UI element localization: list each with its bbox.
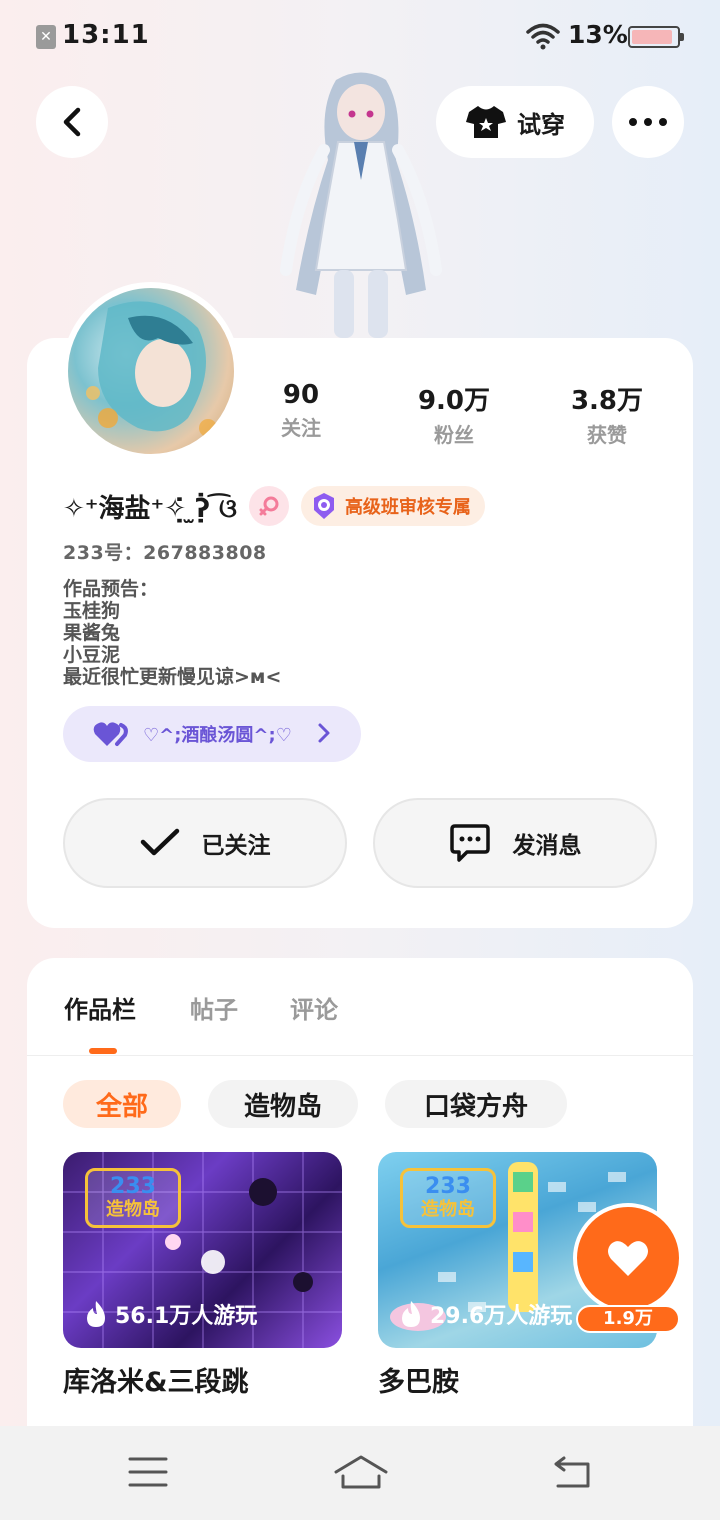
- creation-island-logo: 233 造物岛: [400, 1168, 496, 1228]
- status-bar: ✕ 13:11 13%: [0, 0, 720, 72]
- followers-count: 9.0万: [417, 386, 491, 416]
- creation-island-logo: 233 造物岛: [85, 1168, 181, 1228]
- bio-line: 作品预告：: [63, 578, 159, 600]
- followers-label: 粉丝: [434, 423, 474, 447]
- home-icon[interactable]: [334, 1454, 388, 1490]
- message-label: 发消息: [512, 833, 582, 859]
- bio: 作品预告： 玉桂狗 果酱兔 小豆泥 最近很忙更新慢见谅>ᴍ<: [63, 578, 281, 688]
- filter-all[interactable]: 全部: [63, 1080, 181, 1128]
- game-thumbnail: 233 造物岛 56.1万人游玩: [63, 1152, 342, 1348]
- followed-button[interactable]: 已关注: [63, 798, 347, 888]
- double-heart-icon: [93, 722, 128, 746]
- battery-icon: [628, 26, 684, 48]
- tab-posts[interactable]: 帖子: [190, 990, 238, 1025]
- chevron-left-icon: [63, 107, 81, 137]
- stat-likes[interactable]: 3.8万 获赞: [537, 380, 677, 448]
- bio-line: 玉桂狗: [63, 600, 121, 622]
- chat-bubble-icon: [449, 824, 490, 862]
- works-panel: 作品栏 帖子 评论 全部 造物岛 口袋方舟 233 造物岛 56.1万人游玩 库…: [27, 958, 693, 1438]
- battery-percent: 13%: [568, 20, 628, 49]
- play-count-text: 29.6万人游玩: [430, 1304, 573, 1329]
- wifi-icon: [526, 23, 560, 50]
- more-dots-icon: [629, 118, 667, 126]
- like-count: 1.9万: [576, 1305, 680, 1333]
- no-sim-icon: ✕: [36, 25, 56, 49]
- battery-fill: [632, 30, 672, 44]
- checkmark-icon: [140, 828, 179, 856]
- back-button[interactable]: [36, 86, 108, 158]
- game-card[interactable]: 233 造物岛 56.1万人游玩 库洛米&三段跳: [63, 1152, 342, 1399]
- heart-icon: [608, 1241, 648, 1276]
- user-id: 233号：267883808: [63, 542, 267, 564]
- game-title: 库洛米&三段跳: [63, 1367, 249, 1398]
- likes-count: 3.8万: [570, 386, 644, 416]
- flame-icon: [87, 1301, 105, 1327]
- reviewer-badge[interactable]: 高级班审核专属: [300, 486, 485, 526]
- game-title: 多巴胺: [378, 1367, 459, 1398]
- try-on-button[interactable]: 试穿: [436, 86, 594, 158]
- chevron-right-icon: [318, 723, 330, 743]
- following-label: 关注: [281, 416, 321, 440]
- like-button[interactable]: [573, 1203, 683, 1313]
- badge-medal-icon: [313, 493, 334, 519]
- followed-label: 已关注: [201, 833, 271, 859]
- nickname-row: ✧⁺海盐⁺✧̣̇ ̫ʔ̣̇ ͡ଓ 高级班审核专属: [63, 486, 485, 526]
- fan-group-chip[interactable]: ♡^;酒酿汤圆^;♡: [63, 706, 361, 762]
- nickname: ✧⁺海盐⁺✧̣̇ ̫ʔ̣̇ ͡ଓ: [63, 493, 237, 524]
- following-count: 90: [282, 380, 320, 410]
- stat-followers[interactable]: 9.0万 粉丝: [384, 380, 524, 448]
- more-options-button[interactable]: [612, 86, 684, 158]
- flame-icon: [402, 1301, 420, 1327]
- logo-text: 造物岛: [421, 1199, 475, 1220]
- play-count: 29.6万人游玩: [400, 1298, 572, 1330]
- play-count: 56.1万人游玩: [85, 1298, 257, 1330]
- tab-works[interactable]: 作品栏: [64, 990, 136, 1025]
- status-time: 13:11: [62, 20, 150, 50]
- logo-number: 233: [425, 1174, 471, 1199]
- filter-creation-island[interactable]: 造物岛: [208, 1080, 358, 1128]
- profile-tabs: 作品栏 帖子 评论: [27, 958, 693, 1056]
- fan-group-name: ♡^;酒酿汤圆^;♡: [143, 725, 292, 746]
- active-tab-indicator: [89, 1048, 117, 1054]
- bio-line: 果酱兔: [63, 622, 121, 644]
- battery-tip: [680, 33, 684, 41]
- tab-comments[interactable]: 评论: [290, 990, 338, 1025]
- try-on-label: 试穿: [517, 110, 565, 139]
- logo-text: 造物岛: [106, 1199, 160, 1220]
- stat-following[interactable]: 90 关注: [231, 380, 371, 441]
- send-message-button[interactable]: 发消息: [373, 798, 657, 888]
- logo-number: 233: [110, 1174, 156, 1199]
- system-nav-bar: [0, 1426, 720, 1520]
- play-count-text: 56.1万人游玩: [115, 1304, 258, 1329]
- bio-line: 小豆泥: [63, 644, 121, 666]
- back-nav-icon[interactable]: [552, 1454, 592, 1490]
- tshirt-icon: [466, 106, 506, 138]
- avatar-3d-figure: [280, 72, 442, 338]
- avatar[interactable]: [62, 282, 240, 460]
- avatar-image: [86, 301, 217, 437]
- likes-label: 获赞: [587, 423, 627, 447]
- bio-line: 最近很忙更新慢见谅>ᴍ<: [63, 666, 282, 688]
- menu-icon[interactable]: [128, 1454, 168, 1490]
- female-gender-icon: [248, 486, 289, 526]
- filter-pocket-ark[interactable]: 口袋方舟: [385, 1080, 567, 1128]
- badge-label: 高级班审核专属: [344, 497, 471, 518]
